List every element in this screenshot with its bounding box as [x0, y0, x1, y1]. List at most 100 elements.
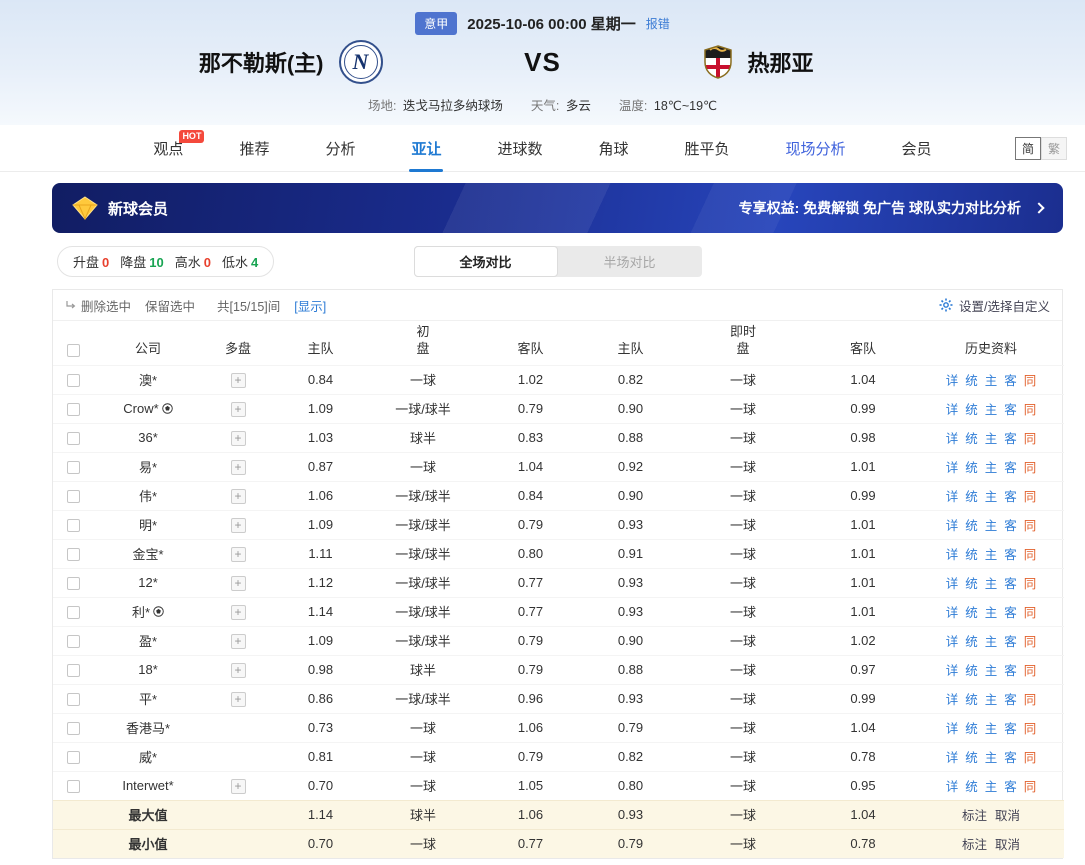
- row-checkbox[interactable]: [66, 577, 80, 591]
- company-link[interactable]: 盈*: [139, 631, 157, 650]
- history-link-home[interactable]: 主: [985, 664, 998, 678]
- lang-simplified-button[interactable]: 简: [1015, 136, 1041, 160]
- history-link-detail[interactable]: 详: [946, 635, 959, 649]
- history-link-detail[interactable]: 详: [946, 577, 959, 591]
- history-link-same[interactable]: 同: [1024, 693, 1037, 707]
- tab-viewpoint[interactable]: 观点 HOT: [153, 125, 205, 172]
- history-link-stats[interactable]: 统: [965, 693, 978, 707]
- company-link[interactable]: 威*: [139, 747, 157, 766]
- history-link-stats[interactable]: 统: [965, 722, 978, 736]
- history-link-detail[interactable]: 详: [946, 751, 959, 765]
- history-link-home[interactable]: 主: [985, 693, 998, 707]
- tab-live-analysis[interactable]: 现场分析: [786, 125, 846, 172]
- history-link-home[interactable]: 主: [985, 432, 998, 446]
- expand-odds-button[interactable]: +: [230, 604, 246, 620]
- history-link-home[interactable]: 主: [985, 548, 998, 562]
- history-link-same[interactable]: 同: [1024, 432, 1037, 446]
- chevron-right-icon[interactable]: [1033, 202, 1045, 214]
- row-checkbox[interactable]: [66, 461, 80, 475]
- settings-button[interactable]: 设置/选择自定义: [939, 296, 1050, 315]
- expand-odds-button[interactable]: +: [230, 546, 246, 562]
- history-link-detail[interactable]: 详: [946, 403, 959, 417]
- member-promo-banner[interactable]: 新球会员 专享权益: 免费解锁 免广告 球队实力对比分析: [52, 183, 1063, 233]
- history-link-detail[interactable]: 详: [946, 432, 959, 446]
- delete-selected-button[interactable]: 删除选中: [65, 296, 131, 315]
- history-link-away[interactable]: 客: [1004, 519, 1017, 533]
- history-link-same[interactable]: 同: [1024, 664, 1037, 678]
- history-link-stats[interactable]: 统: [965, 461, 978, 475]
- history-link-stats[interactable]: 统: [965, 374, 978, 388]
- keep-selected-button[interactable]: 保留选中: [145, 296, 195, 315]
- company-link[interactable]: 易*: [139, 457, 157, 476]
- show-link[interactable]: [显示]: [294, 296, 326, 315]
- history-link-stats[interactable]: 统: [965, 606, 978, 620]
- history-link-stats[interactable]: 统: [965, 664, 978, 678]
- history-link-same[interactable]: 同: [1024, 780, 1037, 794]
- history-link-detail[interactable]: 详: [946, 722, 959, 736]
- tab-member[interactable]: 会员: [902, 125, 932, 172]
- history-link-away[interactable]: 客: [1004, 722, 1017, 736]
- history-link-detail[interactable]: 详: [946, 606, 959, 620]
- history-link-home[interactable]: 主: [985, 490, 998, 504]
- history-link-home[interactable]: 主: [985, 374, 998, 388]
- company-link[interactable]: 香港马*: [126, 718, 170, 737]
- history-link-away[interactable]: 客: [1004, 374, 1017, 388]
- history-link-away[interactable]: 客: [1004, 635, 1017, 649]
- history-link-away[interactable]: 客: [1004, 577, 1017, 591]
- history-link-home[interactable]: 主: [985, 461, 998, 475]
- history-link-away[interactable]: 客: [1004, 606, 1017, 620]
- history-link-same[interactable]: 同: [1024, 548, 1037, 562]
- expand-odds-button[interactable]: +: [230, 778, 246, 794]
- summary-link-mark[interactable]: 标注: [962, 838, 987, 852]
- history-link-stats[interactable]: 统: [965, 635, 978, 649]
- history-link-home[interactable]: 主: [985, 606, 998, 620]
- history-link-same[interactable]: 同: [1024, 374, 1037, 388]
- summary-link-cancel[interactable]: 取消: [995, 809, 1020, 823]
- select-all-checkbox[interactable]: [66, 343, 80, 357]
- company-link[interactable]: 36*: [138, 430, 158, 445]
- history-link-away[interactable]: 客: [1004, 780, 1017, 794]
- history-link-same[interactable]: 同: [1024, 461, 1037, 475]
- tab-recommend[interactable]: 推荐: [239, 125, 269, 172]
- history-link-stats[interactable]: 统: [965, 780, 978, 794]
- tab-asian-handicap[interactable]: 亚让: [411, 125, 441, 172]
- history-link-home[interactable]: 主: [985, 751, 998, 765]
- company-link[interactable]: 明*: [139, 515, 157, 534]
- row-checkbox[interactable]: [66, 664, 80, 678]
- company-link[interactable]: Interwet*: [122, 778, 173, 793]
- summary-link-cancel[interactable]: 取消: [995, 838, 1020, 852]
- company-link[interactable]: 金宝*: [132, 544, 163, 563]
- history-link-away[interactable]: 客: [1004, 432, 1017, 446]
- history-link-stats[interactable]: 统: [965, 403, 978, 417]
- history-link-away[interactable]: 客: [1004, 693, 1017, 707]
- row-checkbox[interactable]: [66, 519, 80, 533]
- history-link-same[interactable]: 同: [1024, 606, 1037, 620]
- history-link-stats[interactable]: 统: [965, 519, 978, 533]
- summary-link-mark[interactable]: 标注: [962, 809, 987, 823]
- expand-odds-button[interactable]: +: [230, 430, 246, 446]
- history-link-stats[interactable]: 统: [965, 548, 978, 562]
- row-checkbox[interactable]: [66, 606, 80, 620]
- history-link-same[interactable]: 同: [1024, 490, 1037, 504]
- history-link-away[interactable]: 客: [1004, 490, 1017, 504]
- row-checkbox[interactable]: [66, 635, 80, 649]
- row-checkbox[interactable]: [66, 693, 80, 707]
- history-link-same[interactable]: 同: [1024, 722, 1037, 736]
- half-match-compare-tab[interactable]: 半场对比: [558, 246, 702, 277]
- row-checkbox[interactable]: [66, 432, 80, 446]
- report-error-link[interactable]: 报错: [646, 15, 670, 32]
- tab-corner[interactable]: 角球: [599, 125, 629, 172]
- expand-odds-button[interactable]: +: [230, 401, 246, 417]
- row-checkbox[interactable]: [66, 751, 80, 765]
- history-link-same[interactable]: 同: [1024, 751, 1037, 765]
- history-link-away[interactable]: 客: [1004, 548, 1017, 562]
- expand-odds-button[interactable]: +: [230, 459, 246, 475]
- row-checkbox[interactable]: [66, 403, 80, 417]
- tab-analysis[interactable]: 分析: [325, 125, 355, 172]
- history-link-same[interactable]: 同: [1024, 403, 1037, 417]
- history-link-same[interactable]: 同: [1024, 519, 1037, 533]
- history-link-away[interactable]: 客: [1004, 664, 1017, 678]
- history-link-home[interactable]: 主: [985, 635, 998, 649]
- history-link-home[interactable]: 主: [985, 519, 998, 533]
- row-checkbox[interactable]: [66, 490, 80, 504]
